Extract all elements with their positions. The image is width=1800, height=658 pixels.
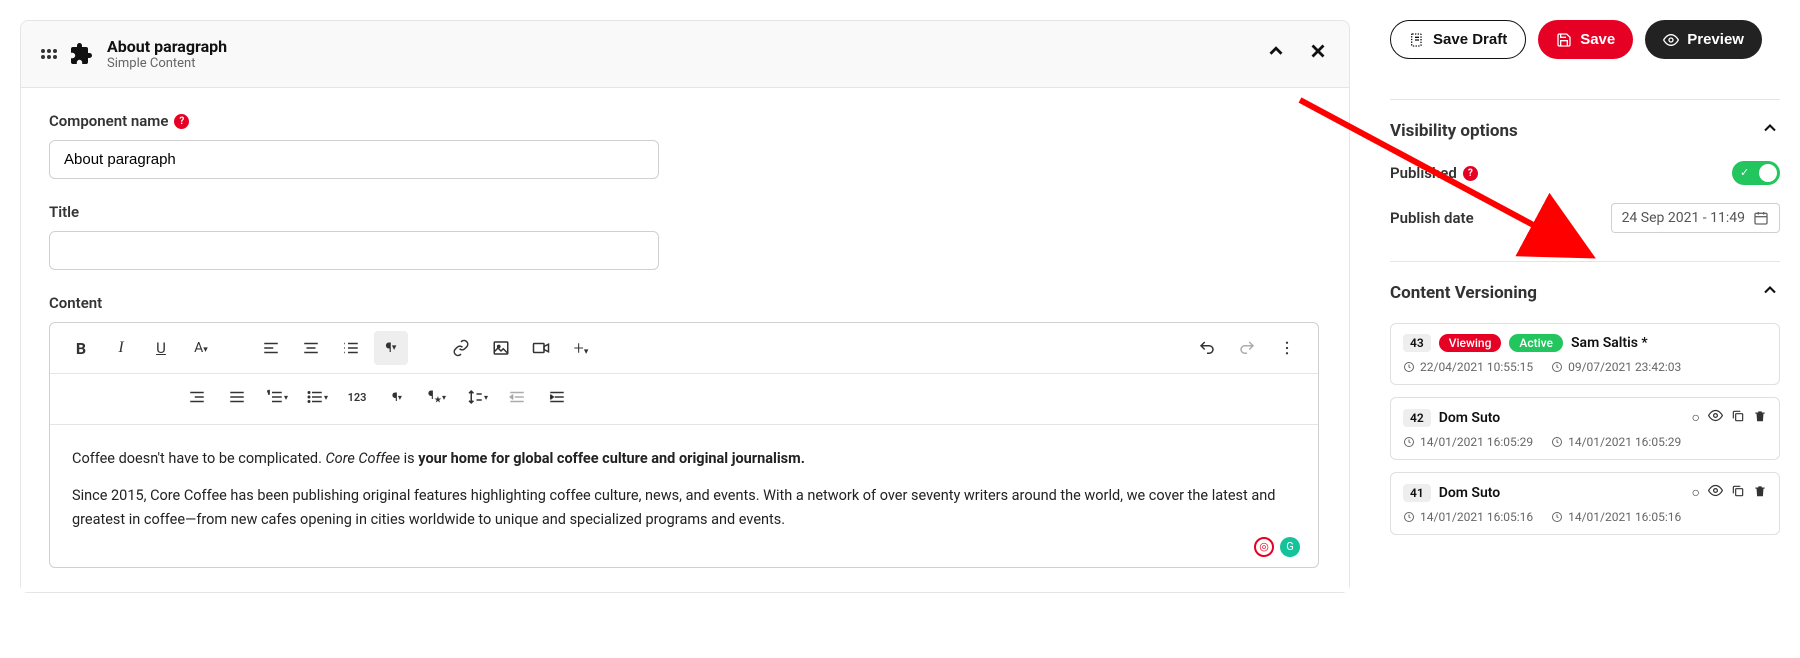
circle-icon[interactable]: ○ — [1692, 484, 1700, 501]
close-icon[interactable] — [1307, 40, 1329, 68]
line-height-button[interactable]: ▾ — [460, 380, 494, 414]
drag-handle-icon[interactable] — [41, 46, 57, 62]
numbers-button[interactable]: 123 — [340, 380, 374, 414]
outdent-button[interactable] — [500, 380, 534, 414]
component-name-label: Component name — [49, 112, 168, 130]
collapse-icon[interactable] — [1265, 40, 1287, 68]
help-icon[interactable]: ? — [174, 114, 189, 129]
action-buttons: Save Draft Save Preview — [1390, 20, 1780, 59]
title-input[interactable] — [49, 231, 659, 270]
content-label: Content — [49, 294, 102, 312]
publish-date-label: Publish date — [1390, 209, 1474, 227]
calendar-icon — [1753, 210, 1769, 226]
version-modified: 09/07/2021 23:42:03 — [1551, 360, 1681, 374]
grammarly-icon[interactable]: G — [1280, 537, 1300, 557]
versioning-section: Content Versioning 43 Viewing Active Sam … — [1390, 261, 1780, 535]
content-text: Since 2015, Core Coffee has been publish… — [72, 484, 1296, 530]
copy-icon[interactable] — [1731, 484, 1745, 502]
save-draft-label: Save Draft — [1433, 31, 1507, 48]
insert-more-button[interactable]: +▾ — [564, 331, 598, 365]
redo-button[interactable] — [1230, 331, 1264, 365]
italic-button[interactable]: I — [104, 331, 138, 365]
align-center-button[interactable] — [294, 331, 328, 365]
visibility-title: Visibility options — [1390, 121, 1518, 141]
version-author: Dom Suto — [1439, 485, 1501, 501]
version-modified: 14/01/2021 16:05:16 — [1551, 510, 1681, 524]
align-right-button[interactable] — [180, 380, 214, 414]
version-badge: Active — [1509, 334, 1563, 352]
copy-icon[interactable] — [1731, 409, 1745, 427]
component-name-input[interactable] — [49, 140, 659, 179]
published-toggle[interactable]: ✓ — [1732, 161, 1780, 185]
card-header: About paragraph Simple Content — [21, 21, 1349, 88]
font-size-button[interactable]: A▾ — [184, 331, 218, 365]
align-left-button[interactable] — [254, 331, 288, 365]
component-subtitle: Simple Content — [107, 56, 227, 71]
trash-icon[interactable] — [1753, 484, 1767, 502]
chevron-up-icon[interactable] — [1760, 118, 1780, 143]
preview-label: Preview — [1687, 31, 1744, 48]
video-button[interactable] — [524, 331, 558, 365]
publish-date-value: 24 Sep 2021 - 11:49 — [1622, 210, 1745, 226]
svg-text:1: 1 — [267, 390, 270, 396]
trash-icon[interactable] — [1753, 409, 1767, 427]
list-button[interactable] — [334, 331, 368, 365]
help-icon[interactable]: ? — [1463, 166, 1478, 181]
circle-icon[interactable]: ○ — [1692, 409, 1700, 426]
save-label: Save — [1580, 31, 1615, 48]
indent-button[interactable] — [540, 380, 574, 414]
published-label: Published — [1390, 164, 1457, 182]
paragraph-dir-button[interactable]: ¶▾ — [380, 380, 414, 414]
version-badge: Viewing — [1439, 334, 1502, 352]
editor-toolbar-row1: B I U A▾ ¶▾ — [50, 323, 1318, 374]
save-button[interactable]: Save — [1538, 20, 1633, 59]
rich-text-editor: B I U A▾ ¶▾ — [49, 322, 1319, 568]
align-justify-button[interactable] — [220, 380, 254, 414]
version-card[interactable]: 42 Dom Suto ○ 14/01/2021 16:05:29 14/01/… — [1390, 397, 1780, 460]
version-card[interactable]: 41 Dom Suto ○ 14/01/2021 16:05:16 14/01/… — [1390, 472, 1780, 535]
link-button[interactable] — [444, 331, 478, 365]
component-card: About paragraph Simple Content Component… — [20, 20, 1350, 593]
version-author: Dom Suto — [1439, 410, 1501, 426]
title-label: Title — [49, 203, 79, 221]
version-number: 43 — [1403, 334, 1431, 352]
version-card[interactable]: 43 Viewing Active Sam Saltis * 22/04/2021… — [1390, 323, 1780, 385]
paragraph-format-button[interactable]: ¶▾ — [374, 331, 408, 365]
version-created: 14/01/2021 16:05:29 — [1403, 435, 1533, 449]
ordered-list-button[interactable]: 1▾ — [260, 380, 294, 414]
editor-content[interactable]: Coffee doesn't have to be complicated. C… — [50, 425, 1318, 567]
paragraph-star-button[interactable]: ¶★▾ — [420, 380, 454, 414]
card-body: Component name ? Title Content — [21, 88, 1349, 592]
version-created: 14/01/2021 16:05:16 — [1403, 510, 1533, 524]
preview-button[interactable]: Preview — [1645, 20, 1762, 59]
target-icon[interactable]: ◎ — [1254, 537, 1274, 557]
unordered-list-button[interactable]: ▾ — [300, 380, 334, 414]
version-number: 41 — [1403, 484, 1431, 502]
version-created: 22/04/2021 10:55:15 — [1403, 360, 1533, 374]
content-bold: your home for global coffee culture and … — [418, 450, 805, 467]
component-title: About paragraph — [107, 37, 227, 56]
bold-button[interactable]: B — [64, 331, 98, 365]
content-em: Core Coffee — [326, 450, 401, 467]
underline-button[interactable]: U — [144, 331, 178, 365]
version-modified: 14/01/2021 16:05:29 — [1551, 435, 1681, 449]
header-text: About paragraph Simple Content — [107, 37, 227, 71]
chevron-up-icon[interactable] — [1760, 280, 1780, 305]
eye-icon[interactable] — [1708, 408, 1723, 427]
versioning-title: Content Versioning — [1390, 283, 1537, 303]
eye-icon[interactable] — [1708, 483, 1723, 502]
version-number: 42 — [1403, 409, 1431, 427]
editor-toolbar-row2: 1▾ ▾ 123 ¶▾ ¶★▾ ▾ — [50, 374, 1318, 425]
puzzle-icon — [69, 42, 93, 66]
version-author: Sam Saltis * — [1571, 335, 1648, 351]
content-text: Coffee doesn't have to be complicated. — [72, 450, 326, 467]
image-button[interactable] — [484, 331, 518, 365]
more-options-button[interactable] — [1270, 331, 1304, 365]
save-draft-button[interactable]: Save Draft — [1390, 20, 1526, 59]
content-text: is — [400, 450, 418, 467]
publish-date-input[interactable]: 24 Sep 2021 - 11:49 — [1611, 203, 1780, 233]
undo-button[interactable] — [1190, 331, 1224, 365]
visibility-section: Visibility options Published ? ✓ Publish… — [1390, 99, 1780, 233]
